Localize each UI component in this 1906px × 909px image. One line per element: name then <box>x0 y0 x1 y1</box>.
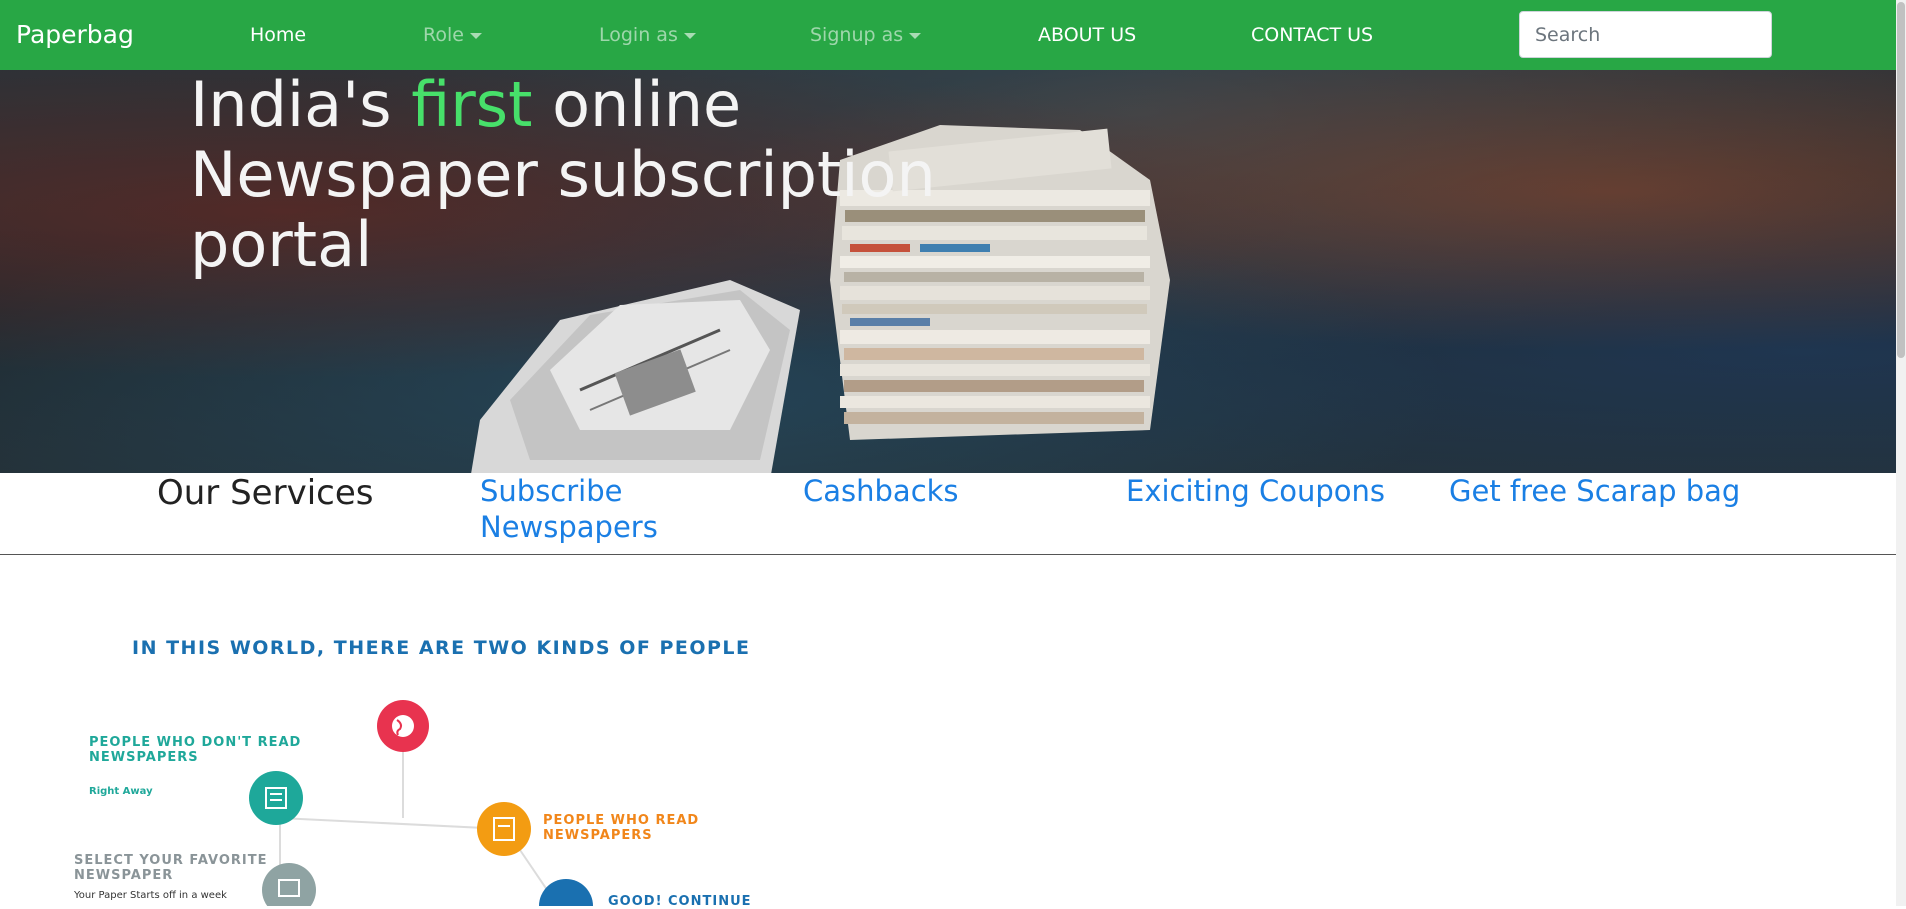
folded-newspapers <box>471 280 800 473</box>
infographic-heading: IN THIS WORLD, THERE ARE TWO KINDS OF PE… <box>132 637 751 659</box>
hero-banner: India's first online Newspaper subscript… <box>0 70 1896 473</box>
non-readers-label: PEOPLE WHO DON'T READ NEWSPAPERS <box>89 735 302 765</box>
non-readers-sublabel: Right Away <box>89 786 153 797</box>
continue-icon <box>539 879 593 906</box>
readers-label: PEOPLE WHO READ NEWSPAPERS <box>543 813 700 843</box>
navbar: Paperbag Home Role Login as Signup as AB… <box>0 0 1896 70</box>
service-subscribe-link[interactable]: Subscribe Newspapers <box>480 473 680 545</box>
nav-contact[interactable]: CONTACT US <box>1251 24 1373 46</box>
service-coupons-link[interactable]: Exiciting Coupons <box>1126 473 1385 509</box>
chevron-down-icon <box>909 32 922 39</box>
service-cashbacks-link[interactable]: Cashbacks <box>803 473 959 509</box>
search-input[interactable] <box>1519 11 1772 58</box>
continue-label: GOOD! CONTINUE <box>608 894 752 909</box>
nav-login-dropdown[interactable]: Login as <box>599 24 696 46</box>
nav-role-dropdown[interactable]: Role <box>423 24 482 46</box>
newspaper-icon <box>249 771 303 825</box>
nav-home[interactable]: Home <box>250 24 306 46</box>
hero-headline: India's first online Newspaper subscript… <box>190 70 950 280</box>
page-scrollbar[interactable] <box>1896 0 1906 906</box>
chevron-down-icon <box>469 32 482 39</box>
nav-signup-dropdown[interactable]: Signup as <box>810 24 922 46</box>
hero-headline-accent: first <box>411 70 533 141</box>
globe-icon <box>377 700 429 752</box>
select-newspaper-sublabel: Your Paper Starts off in a week <box>74 890 227 901</box>
nav-about[interactable]: ABOUT US <box>1038 24 1136 46</box>
newspaper-reading-icon <box>477 802 531 856</box>
services-bar: Our Services Subscribe Newspapers Cashba… <box>0 473 1896 555</box>
service-scrap-bag-link[interactable]: Get free Scarap bag <box>1449 473 1740 509</box>
services-title: Our Services <box>157 473 374 513</box>
nav-role-label: Role <box>423 24 464 46</box>
chevron-down-icon <box>683 32 696 39</box>
scrollbar-thumb[interactable] <box>1897 2 1905 358</box>
hero-headline-part1: India's <box>190 70 412 141</box>
nav-signup-label: Signup as <box>810 24 904 46</box>
select-newspaper-label: SELECT YOUR FAVORITE NEWSPAPER <box>74 853 268 883</box>
nav-login-label: Login as <box>599 24 678 46</box>
brand-logo[interactable]: Paperbag <box>16 20 134 49</box>
